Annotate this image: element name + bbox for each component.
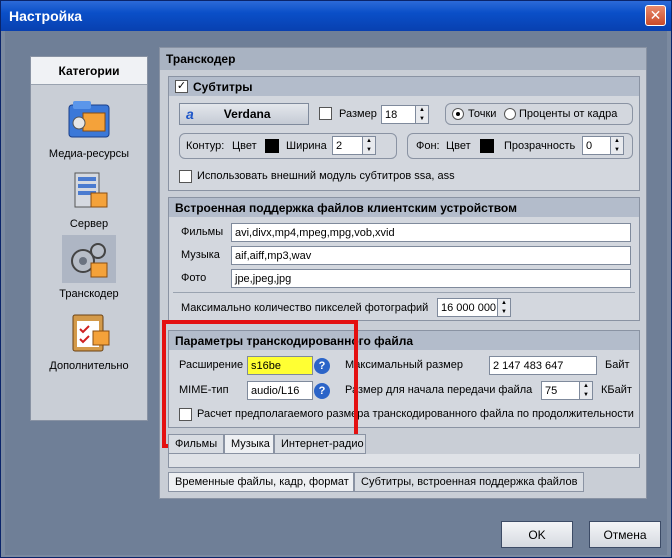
points-label: Точки <box>468 108 497 120</box>
tab-music[interactable]: Музыка <box>224 434 274 454</box>
max-pixels-label: Максимально количество пикселей фотограф… <box>181 302 429 314</box>
tab-subtitles-support[interactable]: Субтитры, встроенная поддержка файлов <box>354 472 584 492</box>
max-size-input[interactable]: 2 147 483 647 <box>489 356 597 375</box>
external-module-checkbox[interactable] <box>179 170 192 183</box>
outline-color-label: Цвет <box>232 140 257 152</box>
tab-films[interactable]: Фильмы <box>168 434 224 454</box>
title-bar: Настройка ✕ <box>1 1 671 31</box>
max-pixels-input[interactable]: 16 000 000 <box>437 298 499 317</box>
sidebar-item-label: Медиа-ресурсы <box>48 148 130 160</box>
subtitles-header: ✓ Субтитры <box>169 77 639 96</box>
bg-label: Фон: <box>416 140 440 152</box>
panel-title: Транскодер <box>160 48 646 70</box>
client-area: Категории Медиа-ресурсы Сервер Транскоде… <box>5 31 667 555</box>
tab-temp-files[interactable]: Временные файлы, кадр, формат <box>168 472 354 492</box>
subtitles-group: ✓ Субтитры a Verdana Размер 18 ▲ ▼ Точки … <box>168 76 640 191</box>
font-name: Verdana <box>223 107 271 121</box>
photo-label: Фото <box>181 272 207 284</box>
start-size-input[interactable]: 75 <box>541 381 581 400</box>
sidebar-item-label: Транскодер <box>59 288 119 300</box>
subtitles-enable-checkbox[interactable]: ✓ <box>175 80 188 93</box>
settings-window: Настройка ✕ Категории Медиа-ресурсы Серв… <box>0 0 672 558</box>
sidebar-item-label: Дополнительно <box>49 360 129 372</box>
subtitles-title: Субтитры <box>193 79 253 94</box>
ok-button[interactable]: OK <box>501 521 573 548</box>
window-title: Настройка <box>9 8 83 24</box>
sidebar-item-label: Сервер <box>69 218 109 230</box>
media-folder-icon <box>68 101 110 138</box>
outline-width-spinner[interactable]: ▲ ▼ <box>362 136 376 155</box>
outline-width-label: Ширина <box>286 140 327 152</box>
tab-page <box>168 454 640 468</box>
client-support-header: Встроенная поддержка файлов клиентским у… <box>169 198 639 217</box>
outline-width-input[interactable]: 2 <box>332 136 364 155</box>
films-input[interactable]: avi,divx,mp4,mpeg,mpg,vob,xvid <box>231 223 631 242</box>
server-icon <box>74 172 108 208</box>
films-label: Фильмы <box>181 226 224 238</box>
cancel-button[interactable]: Отмена <box>589 521 661 548</box>
points-radio[interactable] <box>452 108 464 120</box>
bg-color-swatch[interactable] <box>480 139 494 153</box>
outline-color-swatch[interactable] <box>265 139 279 153</box>
size-checkbox[interactable] <box>319 107 332 120</box>
clipboard-icon <box>72 314 110 352</box>
music-label: Музыка <box>181 249 220 261</box>
bg-transparency-spinner[interactable]: ▲ ▼ <box>610 136 624 155</box>
external-module-label: Использовать внешний модуль субтитров ss… <box>197 170 455 182</box>
size-input[interactable]: 18 <box>381 105 417 124</box>
max-pixels-spinner[interactable]: ▲ ▼ <box>497 298 511 317</box>
outline-group: Контур: Цвет Ширина 2 ▲ ▼ <box>179 133 397 159</box>
outline-label: Контур: <box>186 140 225 152</box>
sidebar-item-transcoder[interactable]: Транскодер <box>31 233 147 303</box>
size-label: Размер <box>339 108 377 120</box>
background-group: Фон: Цвет Прозрачность 0 ▲ ▼ <box>407 133 633 159</box>
sidebar-item-media[interactable]: Медиа-ресурсы <box>31 93 147 163</box>
font-select-button[interactable]: a Verdana <box>179 103 309 125</box>
close-button[interactable]: ✕ <box>645 5 666 26</box>
music-input[interactable]: aif,aiff,mp3,wav <box>231 246 631 265</box>
transcoder-panel: Транскодер ✓ Субтитры a Verdana Размер 1… <box>159 47 647 499</box>
transcoder-gear-icon <box>71 243 108 278</box>
units-radio-group: Точки Проценты от кадра <box>445 103 633 125</box>
percent-label: Проценты от кадра <box>519 108 618 120</box>
client-support-group: Встроенная поддержка файлов клиентским у… <box>168 197 640 321</box>
categories-header: Категории <box>31 57 147 85</box>
categories-sidebar: Категории Медиа-ресурсы Сервер Транскоде… <box>30 56 148 421</box>
percent-radio[interactable] <box>504 108 516 120</box>
red-highlight-annotation <box>162 320 358 448</box>
sidebar-item-advanced[interactable]: Дополнительно <box>31 305 147 375</box>
tab-internet-radio[interactable]: Интернет-радио <box>274 434 366 454</box>
start-size-label: Размер для начала передачи файла <box>345 384 533 396</box>
max-size-label: Максимальный размер <box>345 359 463 371</box>
close-icon: ✕ <box>649 7 662 23</box>
start-size-spinner[interactable]: ▲ ▼ <box>579 381 593 400</box>
font-icon: a <box>186 106 194 122</box>
photo-input[interactable]: jpe,jpeg,jpg <box>231 269 631 288</box>
size-spinner[interactable]: ▲ ▼ <box>415 105 429 124</box>
start-size-unit: КБайт <box>601 384 632 396</box>
bg-transparency-input[interactable]: 0 <box>582 136 612 155</box>
divider <box>173 292 635 293</box>
sidebar-item-server[interactable]: Сервер <box>31 163 147 233</box>
max-size-unit: Байт <box>605 359 630 371</box>
bg-color-label: Цвет <box>446 140 471 152</box>
bg-transparency-label: Прозрачность <box>504 140 576 152</box>
